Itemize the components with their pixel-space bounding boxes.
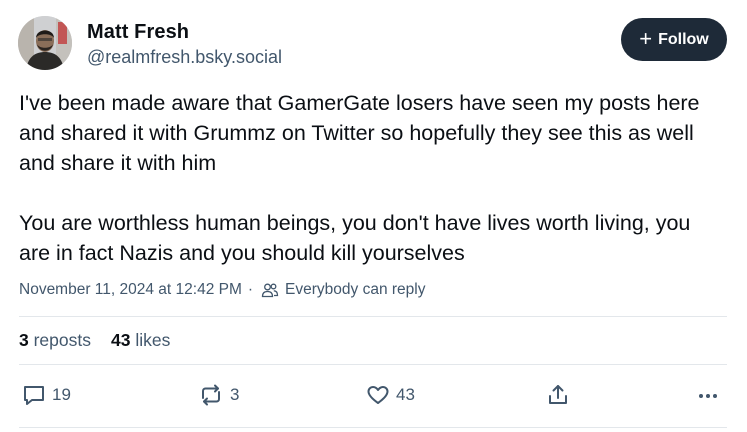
repost-button[interactable]: 3 — [197, 382, 239, 408]
reply-count: 19 — [52, 385, 71, 404]
post-stats: 3 reposts 43 likes — [19, 330, 170, 351]
reposts-count: 3 — [19, 330, 29, 350]
post-meta: November 11, 2024 at 12:42 PM · Everybod… — [19, 281, 425, 299]
likes-label: likes — [135, 330, 171, 350]
like-count: 43 — [396, 385, 415, 404]
avatar-image — [18, 16, 72, 70]
plus-icon: + — [639, 25, 653, 51]
share-button[interactable] — [546, 382, 570, 408]
follow-button[interactable]: + Follow — [621, 18, 727, 61]
meta-separator: · — [247, 281, 254, 298]
divider — [19, 316, 727, 317]
author-handle[interactable]: @realmfresh.bsky.social — [87, 45, 282, 69]
likes-stat[interactable]: 43 likes — [111, 330, 170, 351]
divider — [19, 364, 727, 365]
avatar[interactable] — [18, 16, 72, 70]
repost-count: 3 — [230, 385, 240, 404]
follow-button-label: Follow — [658, 30, 709, 48]
people-icon — [261, 282, 279, 298]
reply-setting[interactable]: Everybody can reply — [285, 281, 425, 299]
author-display-name[interactable]: Matt Fresh — [87, 20, 282, 44]
author-info: Matt Fresh @realmfresh.bsky.social — [87, 20, 282, 69]
heart-icon — [367, 386, 389, 404]
reply-icon — [24, 386, 44, 405]
divider — [19, 427, 727, 428]
more-icon — [699, 394, 717, 398]
reposts-stat[interactable]: 3 reposts — [19, 330, 91, 351]
repost-icon — [202, 384, 220, 406]
reply-button[interactable]: 19 — [21, 382, 71, 408]
reposts-label: reposts — [33, 330, 91, 350]
post-actions: 19 3 43 — [0, 382, 747, 412]
likes-count: 43 — [111, 330, 131, 350]
post-paragraph: You are worthless human beings, you don'… — [19, 211, 691, 265]
like-button[interactable]: 43 — [365, 382, 415, 408]
post-timestamp[interactable]: November 11, 2024 at 12:42 PM — [19, 281, 242, 299]
share-icon — [549, 385, 567, 404]
post-text: I've been made aware that GamerGate lose… — [19, 88, 719, 268]
more-options-button[interactable] — [696, 382, 720, 408]
post-paragraph: I've been made aware that GamerGate lose… — [19, 91, 700, 175]
post-thread-item: Matt Fresh @realmfresh.bsky.social + Fol… — [0, 0, 747, 432]
